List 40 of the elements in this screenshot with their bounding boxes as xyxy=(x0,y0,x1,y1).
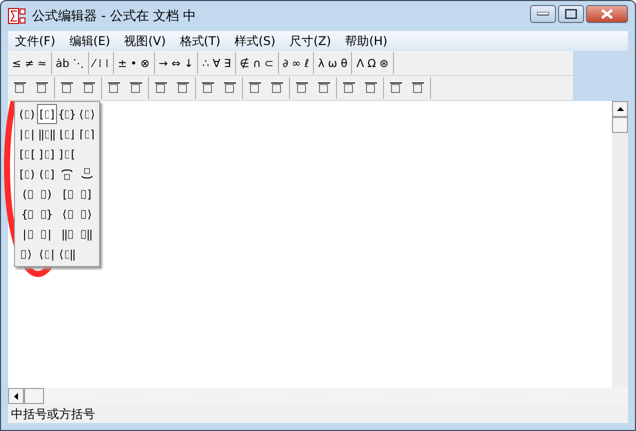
menu-item[interactable]: 帮助(H) xyxy=(338,32,394,50)
menu-item[interactable]: 尺寸(Z) xyxy=(282,32,338,50)
bracket-template-button[interactable]: ⟩ xyxy=(77,204,97,224)
symbol-palette-button[interactable]: ∴ ∀ ∃ xyxy=(198,52,236,74)
menu-item[interactable]: 样式(S) xyxy=(228,32,282,50)
symbol-palette-button[interactable]: ⁄ ⁞ ⁞ xyxy=(88,52,114,74)
bracket-template-button[interactable]: ⟨ ⟩ xyxy=(77,104,97,124)
minimize-icon xyxy=(537,12,549,16)
symbol-palette-button[interactable]: Λ Ω ⊛ xyxy=(352,52,394,74)
bracket-template-button[interactable]: ] xyxy=(77,184,97,204)
vertical-scrollbar[interactable] xyxy=(612,101,628,388)
up-arrow-icon xyxy=(616,107,624,111)
window-title: 公式编辑器 - 公式在 文档 中 xyxy=(32,8,198,25)
minimize-button[interactable] xyxy=(530,5,556,23)
symbol-palette-button[interactable]: ± • ⊗ xyxy=(114,52,155,74)
slot-icon xyxy=(84,110,90,118)
maximize-icon xyxy=(565,9,577,19)
menu-item[interactable]: 视图(V) xyxy=(117,32,173,50)
underbrace-icon xyxy=(81,167,93,181)
status-text: 中括号或方括号 xyxy=(11,406,95,422)
bracket-template-button[interactable]: ‖ xyxy=(77,224,97,244)
slot-icon xyxy=(84,130,90,138)
menu-item[interactable]: 格式(T) xyxy=(172,32,228,50)
bracket-template-button[interactable]: ⌈ ⌉ xyxy=(77,124,97,144)
scroll-thumb[interactable] xyxy=(612,117,628,133)
menu-item[interactable]: 编辑(E) xyxy=(62,32,118,50)
close-icon xyxy=(601,9,613,19)
symbol-palette-button[interactable]: ∉ ∩ ⊂ xyxy=(236,52,279,74)
maximize-button[interactable] xyxy=(558,5,584,23)
scroll-left-button[interactable] xyxy=(8,388,24,404)
left-arrow-icon xyxy=(14,392,18,400)
symbol-palette-button[interactable]: λ ω θ xyxy=(314,52,352,74)
symbol-palette-button[interactable]: → ⇔ ↓ xyxy=(154,52,198,74)
horizontal-scrollbar[interactable] xyxy=(8,388,628,405)
symbol-palette-button[interactable]: ∂ ∞ ℓ xyxy=(278,52,314,74)
menu-item[interactable]: 文件(F) xyxy=(8,32,62,50)
sigma-app-icon xyxy=(8,8,26,24)
close-button[interactable] xyxy=(586,5,628,23)
scroll-up-button[interactable] xyxy=(612,101,628,117)
scroll-thumb[interactable] xyxy=(24,388,44,404)
